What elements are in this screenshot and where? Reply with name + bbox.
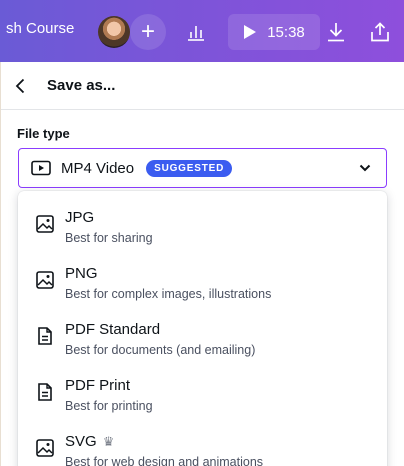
image-icon	[36, 439, 54, 457]
file-type-dropdown: JPG Best for sharing PNG Best for comple…	[18, 191, 387, 466]
bar-chart-icon	[188, 26, 204, 41]
file-type-label: File type	[17, 126, 70, 141]
document-icon	[38, 327, 52, 345]
back-button[interactable]	[15, 74, 39, 98]
download-icon	[328, 23, 344, 42]
save-as-panel: Save as... File type MP4 Video SUGGESTED…	[0, 62, 404, 466]
present-timer: 15:38	[267, 23, 305, 41]
design-title[interactable]: sh Course	[6, 20, 74, 37]
option-description: Best for printing	[65, 399, 153, 413]
video-icon	[31, 160, 51, 176]
option-pdf-print[interactable]: PDF Print Best for printing	[18, 359, 387, 415]
user-avatar[interactable]	[98, 16, 130, 48]
option-svg[interactable]: SVG ♛ Best for web design and animations	[18, 415, 387, 466]
share-upload-icon	[371, 22, 389, 42]
option-name: PDF Print	[65, 377, 131, 394]
option-description: Best for complex images, illustrations	[65, 287, 272, 301]
plus-icon: +	[140, 18, 155, 45]
option-name: SVG ♛	[65, 433, 114, 450]
panel-header: Save as...	[1, 62, 404, 110]
option-description: Best for sharing	[65, 231, 153, 245]
suggested-badge: SUGGESTED	[146, 159, 233, 177]
present-button[interactable]: 15:38	[228, 14, 320, 50]
share-button[interactable]	[362, 14, 398, 50]
option-jpg[interactable]: JPG Best for sharing	[18, 191, 387, 247]
option-name-text: SVG	[65, 433, 97, 450]
option-pdf-standard[interactable]: PDF Standard Best for documents (and ema…	[18, 303, 387, 359]
option-png[interactable]: PNG Best for complex images, illustratio…	[18, 247, 387, 303]
option-description: Best for web design and animations	[65, 455, 264, 466]
image-icon	[36, 215, 54, 233]
insights-button[interactable]	[178, 14, 214, 50]
chevron-down-icon	[359, 164, 371, 172]
option-name: JPG	[65, 209, 95, 226]
panel-title: Save as...	[47, 77, 116, 94]
file-type-select[interactable]: MP4 Video SUGGESTED	[18, 148, 387, 188]
option-name: PNG	[65, 265, 98, 282]
option-name: PDF Standard	[65, 321, 161, 338]
download-button[interactable]	[318, 14, 354, 50]
crown-icon: ♛	[102, 434, 115, 449]
image-icon	[36, 271, 54, 289]
play-icon	[244, 25, 257, 39]
editor-toolbar: sh Course + 15:38	[0, 0, 404, 62]
selected-file-type: MP4 Video	[61, 159, 135, 177]
add-collaborator-button[interactable]: +	[130, 14, 166, 50]
document-icon	[38, 383, 52, 401]
option-description: Best for documents (and emailing)	[65, 343, 256, 357]
chevron-left-icon	[15, 78, 25, 93]
